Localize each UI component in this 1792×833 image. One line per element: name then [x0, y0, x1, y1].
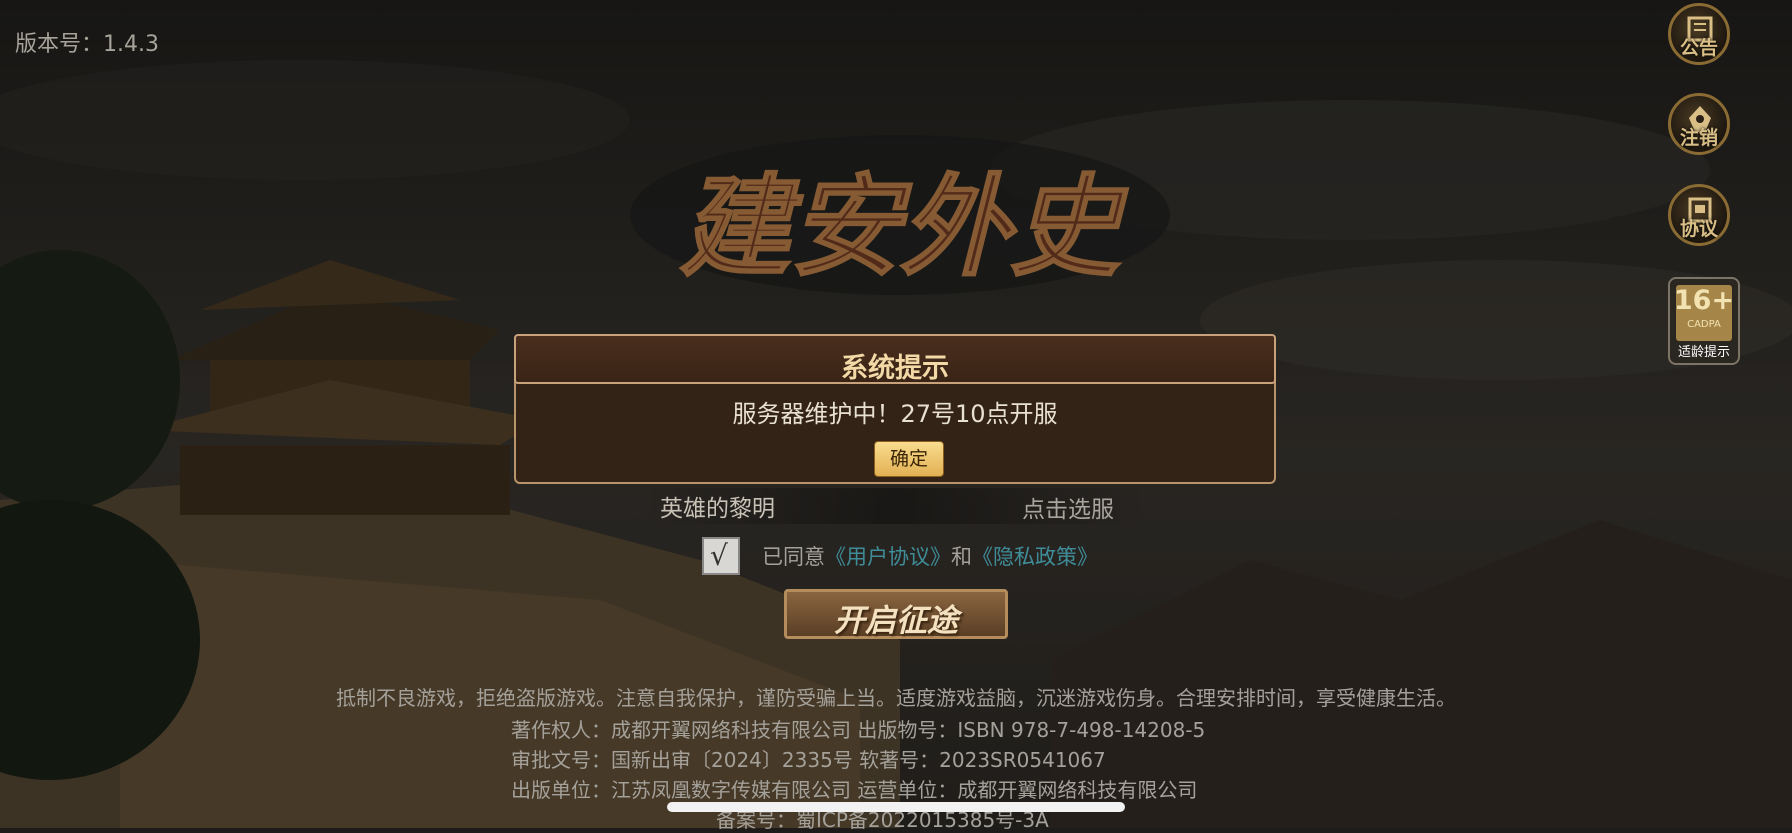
agreement-button[interactable]: 协议 [1668, 184, 1730, 246]
logout-button[interactable]: 注销 [1668, 93, 1730, 155]
age-rating-number: 16+ [1673, 285, 1735, 316]
consent-and: 和 [951, 545, 972, 569]
dialog-message: 服务器维护中！27号10点开服 [732, 400, 1058, 428]
dialog-title: 系统提示 [841, 353, 949, 384]
system-dialog: 系统提示 服务器维护中！27号10点开服 确定 [514, 334, 1276, 484]
check-mark-icon: √ [710, 539, 728, 572]
agreement-label: 协议 [1679, 218, 1718, 240]
start-journey-button[interactable]: 开启征途 [784, 585, 1008, 641]
consent-prefix: 已同意 [762, 545, 825, 569]
age-rating-badge[interactable]: 16+ CADPA 适龄提示 [1668, 277, 1740, 365]
credit-line: 著作权人：成都开翼网络科技有限公司 出版物号：ISBN 978-7-498-14… [511, 718, 1206, 742]
home-indicator[interactable] [667, 802, 1125, 812]
credit-line: 审批文号：国新出审〔2024〕2335号 软著号：2023SR0541067 [511, 748, 1106, 772]
version-label: 版本号：1.4.3 [15, 32, 159, 57]
privacy-policy-link[interactable]: 《隐私政策》 [972, 545, 1098, 569]
select-server-button[interactable]: 点击选服 [1022, 490, 1114, 524]
logout-label: 注销 [1679, 127, 1718, 149]
server-name: 英雄的黎明 [660, 496, 775, 522]
age-rating-label: 适龄提示 [1677, 345, 1730, 360]
credit-line: 出版单位：江苏凤凰数字传媒有限公司 运营单位：成都开翼网络科技有限公司 [511, 778, 1198, 802]
confirm-button[interactable]: 确定 [874, 441, 944, 477]
start-button-label: 开启征途 [834, 603, 958, 639]
user-agreement-link[interactable]: 《用户协议》 [825, 545, 951, 569]
health-notice: 抵制不良游戏，拒绝盗版游戏。注意自我保护，谨防受骗上当。适度游戏益脑，沉迷游戏伤… [336, 686, 1456, 710]
notice-label: 公告 [1679, 37, 1718, 59]
notice-button[interactable]: 公告 [1668, 3, 1730, 65]
consent-text: 已同意《用户协议》和《隐私政策》 [762, 541, 1098, 571]
age-rating-org: CADPA [1687, 319, 1721, 330]
consent-checkbox[interactable]: √ [702, 537, 740, 575]
dialog-header: 系统提示 [514, 334, 1276, 384]
